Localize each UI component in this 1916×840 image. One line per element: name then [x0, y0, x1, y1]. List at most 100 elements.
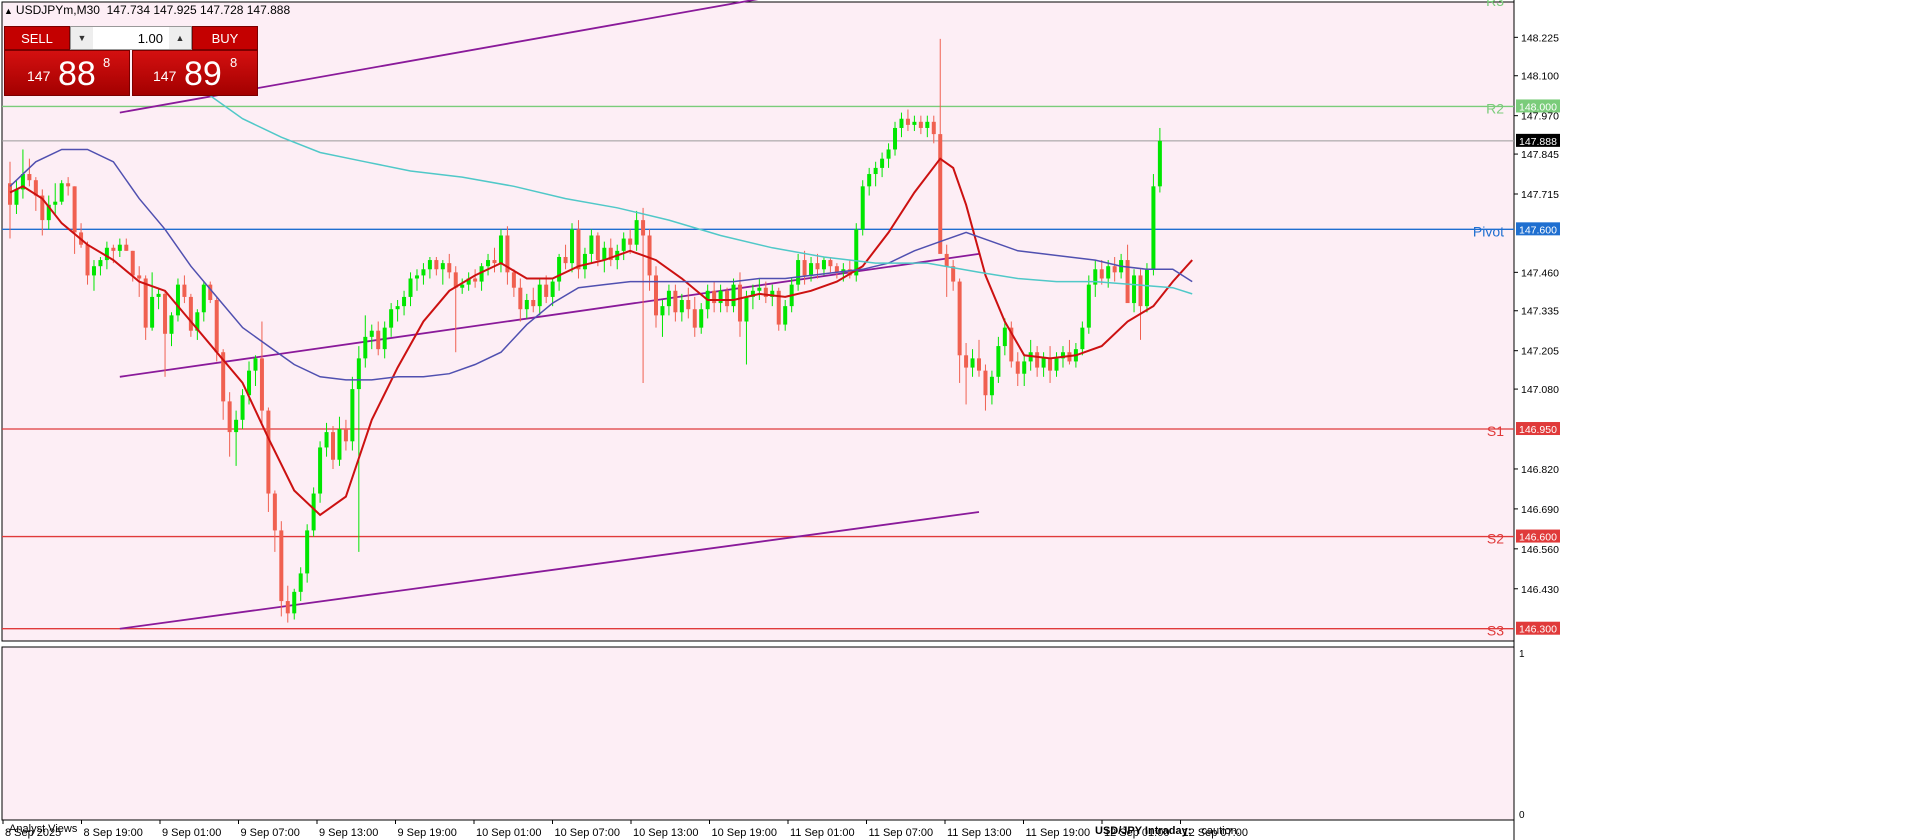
lot-decrease-icon[interactable]: ▼	[71, 27, 93, 49]
x-tick-label: 8 Sep 19:00	[84, 827, 143, 839]
candle-body	[867, 174, 872, 187]
candle-body	[1144, 269, 1149, 307]
candle-body	[544, 284, 549, 297]
candle-body	[253, 358, 258, 371]
candle-body	[989, 376, 994, 396]
sell-price-button[interactable]: 147 88 8	[4, 50, 130, 96]
candle-body	[356, 358, 361, 390]
candle-body	[143, 278, 148, 328]
subwindow-scale-bottom: 0	[1519, 810, 1525, 821]
y-tick-label: 146.430	[1521, 584, 1559, 596]
candle-body	[427, 260, 432, 270]
candle-body	[447, 263, 452, 273]
x-tick-label: 9 Sep 13:00	[319, 827, 378, 839]
candle-body	[318, 447, 323, 494]
candle-body	[169, 315, 174, 334]
y-tick-label: 146.820	[1521, 464, 1559, 476]
candle-body	[8, 183, 12, 205]
candle-body	[1132, 275, 1137, 304]
level-tag-s2: 146.600	[1519, 532, 1557, 544]
candle-body	[647, 235, 652, 276]
candle-body	[531, 299, 536, 307]
candle-body	[595, 235, 600, 261]
candle-body	[511, 272, 516, 288]
candle-body	[227, 401, 232, 433]
candle-body	[880, 158, 885, 168]
candle-body	[1151, 186, 1156, 270]
buy-button[interactable]: BUY	[192, 26, 258, 50]
sell-price-sup: 8	[103, 55, 111, 70]
level-label-r3: R3	[1486, 0, 1504, 9]
candle-body	[899, 118, 904, 128]
y-tick-label: 147.335	[1521, 306, 1559, 318]
x-tick-label: 9 Sep 07:00	[241, 827, 300, 839]
candle-body	[266, 410, 271, 494]
candle-body	[188, 296, 193, 331]
x-tick-label: 9 Sep 19:00	[398, 827, 457, 839]
y-tick-label: 147.080	[1521, 384, 1559, 396]
y-tick-label: 148.225	[1521, 32, 1559, 44]
candle-body	[828, 260, 833, 267]
sell-button[interactable]: SELL	[4, 26, 70, 50]
candle-body	[389, 309, 394, 328]
candle-body	[673, 290, 678, 313]
analyst-note-title: USD/JPY Intraday:	[1095, 825, 1192, 837]
x-tick-label: 11 Sep 19:00	[1026, 827, 1091, 839]
candle-body	[796, 260, 801, 285]
candle-body	[117, 244, 122, 251]
analyst-note-text: caution.	[1201, 825, 1240, 837]
candle-body	[440, 263, 445, 270]
candle-body	[725, 290, 730, 307]
candle-body	[1054, 358, 1059, 371]
candle-body	[111, 247, 116, 251]
candle-body	[214, 299, 219, 353]
candle-body	[1106, 266, 1111, 279]
candle-body	[977, 358, 981, 371]
candle-body	[815, 263, 820, 270]
subwindow-area	[1, 646, 1515, 821]
candle-body	[938, 134, 943, 254]
candle-body	[279, 530, 284, 602]
candle-body	[182, 284, 187, 297]
candle-body	[150, 296, 155, 328]
buy-price-button[interactable]: 147 89 8	[132, 50, 258, 96]
candle-body	[369, 330, 374, 337]
collapse-triangle-icon[interactable]: ▲	[4, 6, 13, 16]
price-chart[interactable]: R3R2 148.000Pivot 147.600S1 146.950S2 146.60…	[0, 0, 1916, 840]
symbol-label: USDJPYm,M30	[15, 3, 100, 17]
candle-body	[1015, 361, 1020, 374]
candle-body	[285, 601, 290, 614]
buy-price-prefix: 147	[153, 68, 177, 84]
y-tick-label: 147.460	[1521, 267, 1559, 279]
candle-body	[292, 591, 297, 614]
lot-size-value[interactable]: 1.00	[93, 27, 169, 49]
candle-body	[1099, 269, 1104, 279]
indicator-subwindow-label: .Analyst Views	[6, 823, 78, 835]
candle-body	[414, 275, 419, 279]
candle-body	[91, 266, 96, 276]
candle-body	[124, 244, 129, 251]
candle-body	[602, 247, 607, 261]
lot-size-field[interactable]: ▼ 1.00 ▲	[70, 26, 192, 50]
chart-header: ▲ USDJPYm,M30 147.734 147.925 147.728 147…	[4, 3, 290, 17]
candle-body	[382, 327, 387, 350]
candle-body	[324, 432, 329, 448]
candle-body	[363, 336, 368, 359]
y-tick-label: 146.690	[1521, 504, 1559, 516]
candle-body	[686, 299, 691, 310]
analyst-note: USD/JPY Intraday: caution.	[1095, 825, 1240, 837]
candle-body	[886, 149, 891, 159]
x-tick-label: 11 Sep 13:00	[947, 827, 1012, 839]
candle-body	[27, 174, 32, 181]
candle-body	[137, 275, 142, 279]
candle-body	[589, 235, 594, 254]
lot-increase-icon[interactable]: ▲	[169, 27, 191, 49]
candle-body	[641, 220, 646, 236]
level-label-r2: R2	[1486, 100, 1504, 116]
candle-body	[925, 121, 930, 128]
candle-body	[718, 290, 723, 304]
y-tick-label: 147.845	[1521, 149, 1559, 161]
level-label-s2: S2	[1487, 531, 1504, 547]
candle-body	[712, 290, 717, 304]
candle-body	[1035, 352, 1040, 368]
